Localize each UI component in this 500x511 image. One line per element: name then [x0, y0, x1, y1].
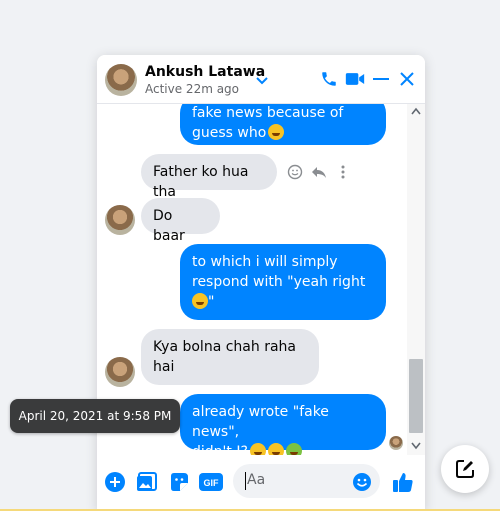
seen-avatar: [389, 436, 403, 450]
close-icon[interactable]: [397, 69, 417, 89]
sender-avatar[interactable]: [105, 357, 135, 387]
scrollbar-thumb[interactable]: [409, 359, 423, 433]
chat-header: Ankush Latawa Active 22m ago: [97, 55, 425, 104]
gif-label: GIF: [204, 478, 220, 488]
message-text: fake news because of guess who: [192, 105, 344, 141]
react-smiley-icon[interactable]: [287, 164, 303, 184]
message-bubble[interactable]: to which i will simply respond with "yea…: [180, 244, 386, 320]
message-text: Do baar: [153, 208, 185, 244]
message-text-line: to which i will simply: [192, 254, 338, 270]
message-input[interactable]: Aa: [233, 464, 380, 498]
message-bubble[interactable]: Father ko hua tha: [141, 154, 277, 200]
text-caret: [245, 472, 246, 490]
phone-icon[interactable]: [319, 69, 339, 89]
contact-status: Active 22m ago: [145, 82, 240, 96]
scroll-up-icon[interactable]: [411, 105, 421, 118]
photo-icon[interactable]: [135, 470, 159, 494]
more-options-icon[interactable]: [335, 164, 351, 184]
like-icon[interactable]: [391, 470, 415, 494]
timestamp-tooltip: April 20, 2021 at 9:58 PM: [10, 399, 180, 433]
scrollbar[interactable]: [407, 103, 425, 455]
minimize-icon[interactable]: [371, 69, 391, 89]
chat-window: Ankush Latawa Active 22m ago fake news b…: [97, 55, 425, 511]
message-text-line: ": [208, 294, 215, 310]
sticker-icon[interactable]: [167, 470, 191, 494]
message-text-line: already wrote "fake news",: [192, 404, 329, 440]
reply-icon[interactable]: [311, 164, 327, 184]
message-text-line: Kya bolna chah raha: [153, 339, 296, 355]
add-icon[interactable]: [103, 470, 127, 494]
message-text-line: hai: [153, 359, 175, 375]
sender-avatar[interactable]: [105, 205, 135, 235]
compose-icon: [456, 460, 474, 478]
face-vomiting-emoji-icon: [285, 443, 302, 455]
thinking-emoji-icon: [249, 443, 266, 455]
video-call-icon[interactable]: [345, 69, 365, 89]
message-bubble[interactable]: Do baar: [141, 198, 220, 244]
contact-avatar[interactable]: [105, 64, 137, 96]
message-bubble[interactable]: Kya bolna chah raha hai: [141, 329, 319, 385]
composer: GIF Aa: [97, 455, 425, 511]
rofl-emoji-icon: [268, 124, 285, 140]
message-input-placeholder: Aa: [247, 472, 266, 488]
message-text: Father ko hua tha: [153, 164, 249, 200]
chevron-down-icon[interactable]: [252, 71, 272, 91]
message-bubble[interactable]: already wrote "fake news", didn't I?: [180, 394, 386, 455]
contact-name[interactable]: Ankush Latawa: [145, 64, 265, 80]
rofl-emoji-icon: [267, 443, 284, 455]
message-text-line: didn't I?: [192, 444, 248, 455]
new-message-button[interactable]: [441, 445, 489, 493]
message-text-line: respond with "yeah right: [192, 274, 366, 290]
message-actions: [287, 164, 351, 184]
emoji-icon[interactable]: [352, 472, 372, 496]
gif-icon[interactable]: GIF: [199, 470, 223, 494]
scroll-down-icon[interactable]: [411, 440, 421, 453]
message-bubble[interactable]: fake news because of guess who: [180, 103, 386, 145]
rofl-emoji-icon: [192, 293, 208, 309]
